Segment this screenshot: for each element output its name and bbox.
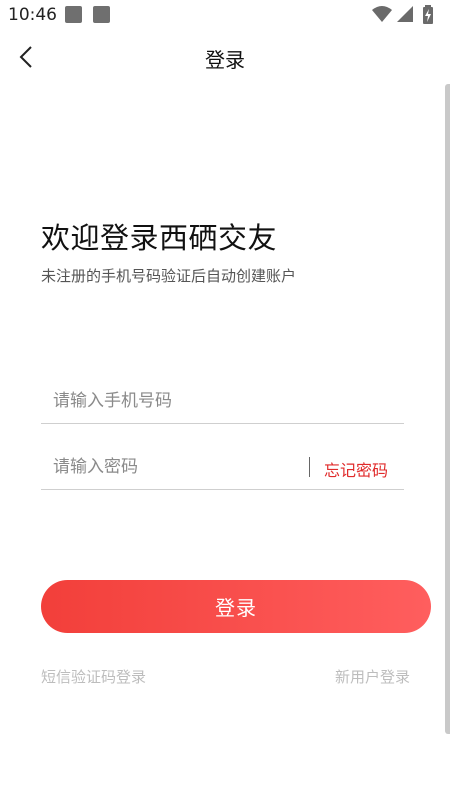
login-button[interactable]: 登录 [41, 580, 431, 633]
notification-square-icon [65, 6, 82, 23]
welcome-subtitle: 未注册的手机号码验证后自动创建账户 [41, 267, 297, 285]
password-field-container: 忘记密码 [41, 445, 404, 490]
phone-field-container [41, 379, 404, 424]
status-time: 10:46 [8, 5, 57, 25]
battery-charging-icon [423, 5, 433, 24]
status-icons [372, 5, 442, 25]
password-input[interactable] [53, 449, 303, 485]
scroll-indicator [445, 84, 450, 734]
field-divider [309, 457, 310, 477]
phone-input[interactable] [53, 383, 393, 419]
page-title: 登录 [205, 48, 245, 72]
status-bar: 10:46 [0, 0, 450, 30]
notification-square-icon [93, 6, 110, 23]
welcome-title: 欢迎登录西硒交友 [41, 221, 278, 255]
wifi-icon [372, 6, 392, 22]
forgot-password-link[interactable]: 忘记密码 [324, 457, 388, 481]
new-user-login-link[interactable]: 新用户登录 [335, 666, 410, 687]
signal-icon [397, 6, 413, 22]
sms-login-link[interactable]: 短信验证码登录 [41, 666, 146, 687]
